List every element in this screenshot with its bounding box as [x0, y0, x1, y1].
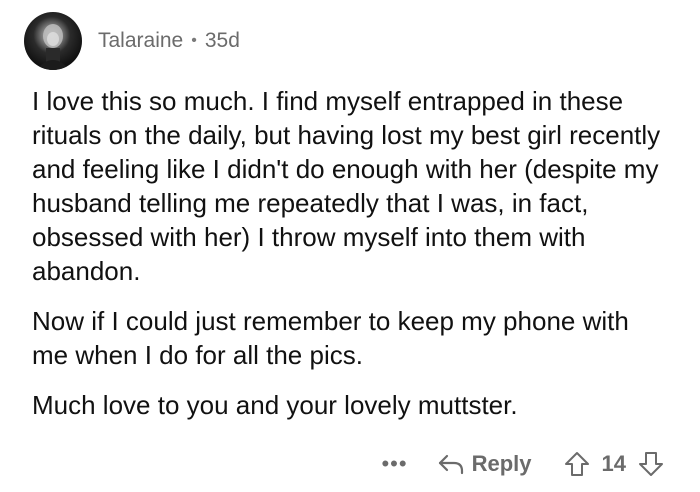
more-options-button[interactable]: •••: [381, 451, 407, 477]
comment: Talaraine • 35d I love this so much. I f…: [0, 0, 700, 492]
meta-separator: •: [191, 32, 197, 49]
vote-score: 14: [601, 451, 626, 476]
comment-body: I love this so much. I find myself entra…: [32, 84, 672, 422]
vote-controls: 14: [564, 451, 664, 477]
comment-paragraph: Now if I could just remember to keep my …: [32, 306, 629, 370]
comment-meta: Talaraine • 35d: [98, 29, 240, 53]
username[interactable]: Talaraine: [98, 29, 183, 53]
reply-label: Reply: [471, 451, 532, 476]
avatar-portrait-icon: [36, 24, 70, 70]
upvote-arrow-icon[interactable]: [564, 451, 590, 477]
reply-arrow-icon: [438, 454, 463, 475]
comment-actions: ••• Reply 14: [381, 446, 664, 482]
comment-header: Talaraine • 35d: [24, 10, 240, 72]
comment-age: 35d: [204, 29, 240, 52]
downvote-arrow-icon[interactable]: [638, 451, 664, 477]
comment-paragraph: Much love to you and your lovely muttste…: [32, 390, 518, 420]
avatar[interactable]: [24, 12, 82, 70]
comment-paragraph: I love this so much. I find myself entra…: [32, 86, 661, 286]
reply-button[interactable]: Reply: [438, 451, 532, 477]
